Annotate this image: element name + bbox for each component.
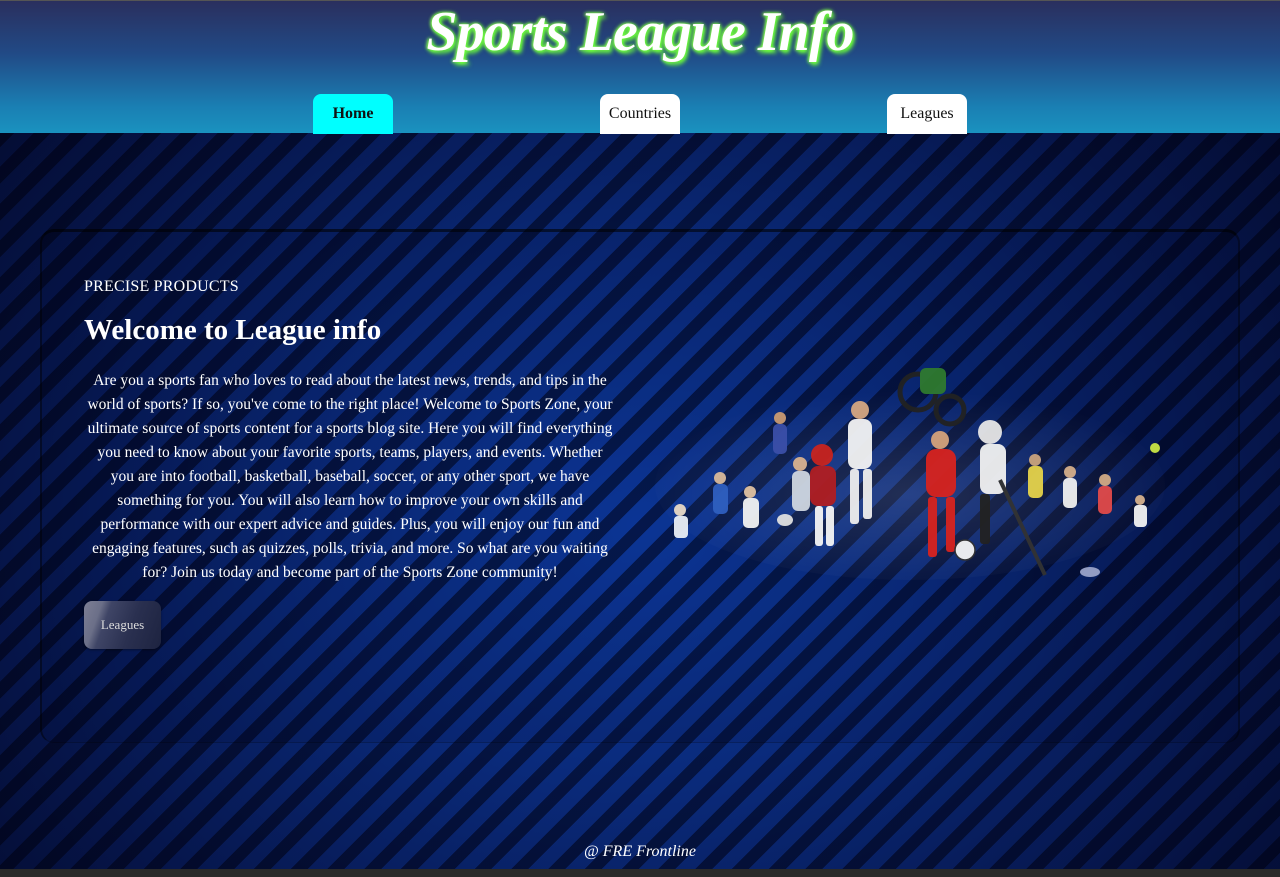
nav-tab-countries[interactable]: Countries	[600, 94, 680, 134]
bottom-bar	[0, 869, 1280, 877]
welcome-headline: Welcome to League info	[84, 314, 382, 346]
page: Sports League Info Home Countries League…	[0, 0, 1280, 877]
leagues-button[interactable]: Leagues	[84, 601, 161, 649]
site-header: Sports League Info Home Countries League…	[0, 0, 1280, 134]
sports-collage-image	[655, 368, 1165, 580]
nav-tab-home[interactable]: Home	[313, 94, 393, 134]
intro-paragraph: Are you a sports fan who loves to read a…	[87, 372, 613, 581]
nav-tab-leagues[interactable]: Leagues	[887, 94, 967, 134]
site-title: Sports League Info	[426, 1, 855, 63]
eyebrow-text: PRECISE PRODUCTS	[84, 278, 239, 295]
footer-credit: @ FRE Frontline	[584, 843, 696, 860]
